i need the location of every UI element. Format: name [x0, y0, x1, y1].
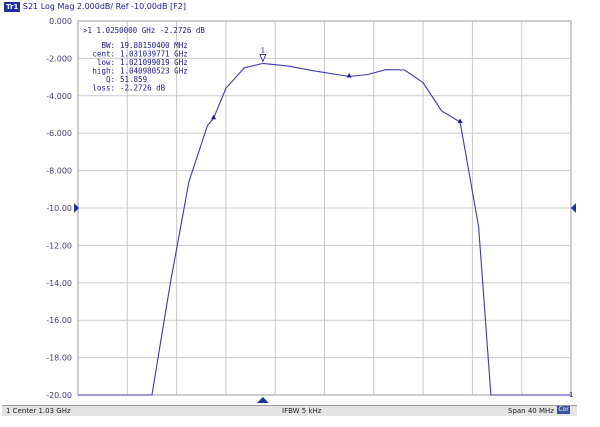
y-tick-label: -2.000	[46, 54, 72, 63]
y-tick-label: -10.00	[46, 204, 72, 213]
readout-stat-value: -2.2726 dB	[120, 84, 166, 93]
ref-level-arrow-right[interactable]	[571, 203, 576, 213]
correction-badge[interactable]: Cor	[557, 406, 570, 414]
marker-readout-line: >1 1.0250000 GHz -2.2726 dB	[83, 26, 205, 35]
status-center: 1 Center 1.03 GHz	[6, 407, 71, 415]
status-ifbw: IFBW 5 kHz	[282, 407, 322, 415]
trace-info: S21 Log Mag 2.000dB/ Ref -10.00dB [F2]	[22, 2, 186, 11]
marker-number-label: 1	[261, 46, 265, 54]
vna-chart: 0.000 -2.000 -4.000 -6.000 -8.000 -10.00 -12.0…	[46, 17, 576, 403]
y-tick-label: -20.00	[46, 391, 72, 400]
y-tick-label: 0.000	[49, 17, 72, 26]
y-tick-label: -18.00	[46, 354, 72, 363]
vna-window: 0.000 -2.000 -4.000 -6.000 -8.000 -10.00 -12.0…	[2, 1, 577, 416]
status-bar: 1 Center 1.03 GHz IFBW 5 kHz Span 40 MHz	[2, 405, 577, 416]
status-span: Span 40 MHz	[508, 407, 554, 415]
y-tick-label: -4.000	[46, 92, 72, 101]
trace-header: Tr1 S21 Log Mag 2.000dB/ Ref -10.00dB [F…	[2, 1, 577, 13]
y-tick-label: -12.00	[46, 241, 72, 250]
y-tick-label: -14.00	[46, 279, 72, 288]
readout-stat-label: loss:	[92, 84, 115, 93]
trace-tag[interactable]: Tr1	[4, 1, 21, 12]
stimulus-marker-icon[interactable]	[256, 397, 269, 403]
trace-end-label: 1	[569, 391, 573, 399]
y-tick-label: -16.00	[46, 316, 72, 325]
y-tick-label: -6.000	[46, 129, 72, 138]
y-tick-label: -8.000	[46, 167, 72, 176]
